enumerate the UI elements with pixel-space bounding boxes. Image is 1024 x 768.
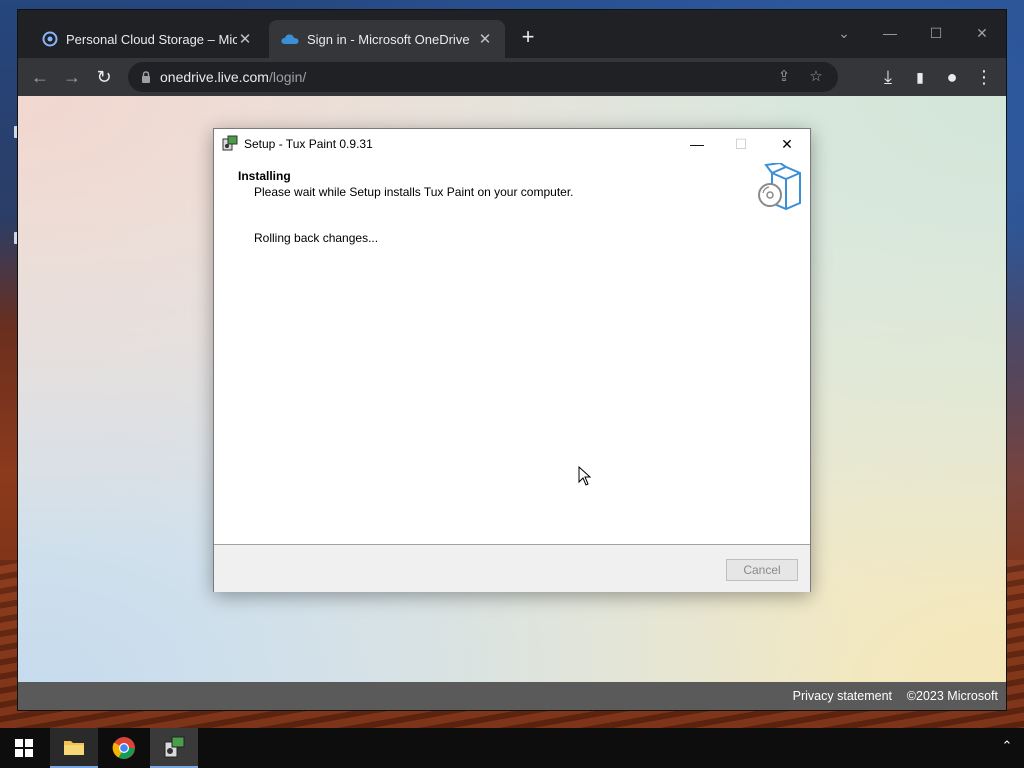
start-icon (15, 739, 33, 757)
tux-paint-setup-icon (164, 736, 185, 758)
tab-close-icon[interactable]: ✕ (477, 30, 493, 48)
url-path: /login/ (268, 69, 307, 85)
maximize-window-button[interactable]: ☐ (916, 18, 956, 48)
cancel-button[interactable]: Cancel (726, 559, 798, 581)
dialog-close-button[interactable]: ✕ (764, 129, 810, 159)
taskbar: ⌃ (0, 728, 1024, 768)
reload-icon[interactable]: ↻ (90, 64, 118, 90)
dialog-maximize-button: ☐ (734, 136, 748, 152)
setup-step-heading: Installing (238, 169, 291, 183)
tab-title: Personal Cloud Storage – Micros (66, 31, 237, 47)
browser-toolbar: ← → ↻ onedrive.live.com/login/ ☆ ⇪ ⤓ ▮ ●… (18, 58, 1006, 96)
start-button[interactable] (0, 728, 48, 768)
close-window-button[interactable]: ✕ (962, 18, 1002, 48)
bookmark-star-icon[interactable]: ☆ (804, 66, 828, 88)
page-footer: Privacy statement ©2023 Microsoft (18, 682, 1006, 710)
onedrive-ring-icon (42, 31, 58, 47)
setup-step-description: Please wait while Setup installs Tux Pai… (254, 185, 574, 199)
setup-button-panel: Cancel (214, 544, 810, 592)
install-box-disc-icon (758, 163, 801, 211)
onedrive-cloud-icon (281, 34, 299, 44)
setup-app-icon (222, 135, 238, 151)
side-panel-icon[interactable]: ▮ (906, 64, 934, 90)
url-host: onedrive.live.com (160, 69, 269, 85)
setup-title: Setup - Tux Paint 0.9.31 (244, 137, 373, 151)
tab-personal-cloud-storage[interactable]: Personal Cloud Storage – Micros ✕ (30, 20, 265, 58)
chrome-menu-icon[interactable]: ⋮ (970, 64, 998, 90)
new-tab-button[interactable]: + (516, 26, 540, 50)
taskbar-tux-paint-setup[interactable] (150, 728, 198, 768)
taskbar-file-explorer[interactable] (50, 728, 98, 768)
url-text[interactable]: onedrive.live.com/login/ (160, 69, 306, 85)
tab-close-icon[interactable]: ✕ (237, 30, 253, 48)
lock-icon[interactable] (140, 71, 152, 83)
tray-overflow-chevron-icon[interactable]: ⌃ (998, 738, 1016, 756)
forward-icon[interactable]: → (58, 64, 86, 90)
tab-search-icon[interactable]: ⌄ (824, 18, 864, 48)
address-bar[interactable]: onedrive.live.com/login/ ☆ ⇪ (128, 62, 838, 92)
tab-sign-in-onedrive[interactable]: Sign in - Microsoft OneDrive ✕ (269, 20, 505, 58)
copyright-text: ©2023 Microsoft (906, 689, 998, 703)
file-explorer-icon (64, 741, 84, 755)
mouse-cursor-icon (578, 466, 592, 486)
tab-title: Sign in - Microsoft OneDrive (307, 31, 470, 47)
share-icon[interactable]: ⇪ (772, 66, 796, 88)
setup-dialog: Setup - Tux Paint 0.9.31 — ☐ ✕ Installin… (213, 128, 811, 592)
profile-icon[interactable]: ● (938, 64, 966, 90)
taskbar-chrome[interactable] (100, 728, 148, 768)
download-icon[interactable]: ⤓ (874, 64, 902, 90)
privacy-statement-link[interactable]: Privacy statement (793, 689, 892, 703)
dialog-minimize-button[interactable]: — (674, 129, 720, 159)
tab-strip: Personal Cloud Storage – Micros ✕ Sign i… (18, 10, 1006, 58)
minimize-window-button[interactable]: — (870, 18, 910, 48)
back-icon[interactable]: ← (26, 64, 54, 90)
setup-status-text: Rolling back changes... (254, 231, 379, 245)
setup-titlebar[interactable]: Setup - Tux Paint 0.9.31 — ☐ ✕ (214, 129, 810, 159)
chrome-icon (112, 737, 135, 759)
